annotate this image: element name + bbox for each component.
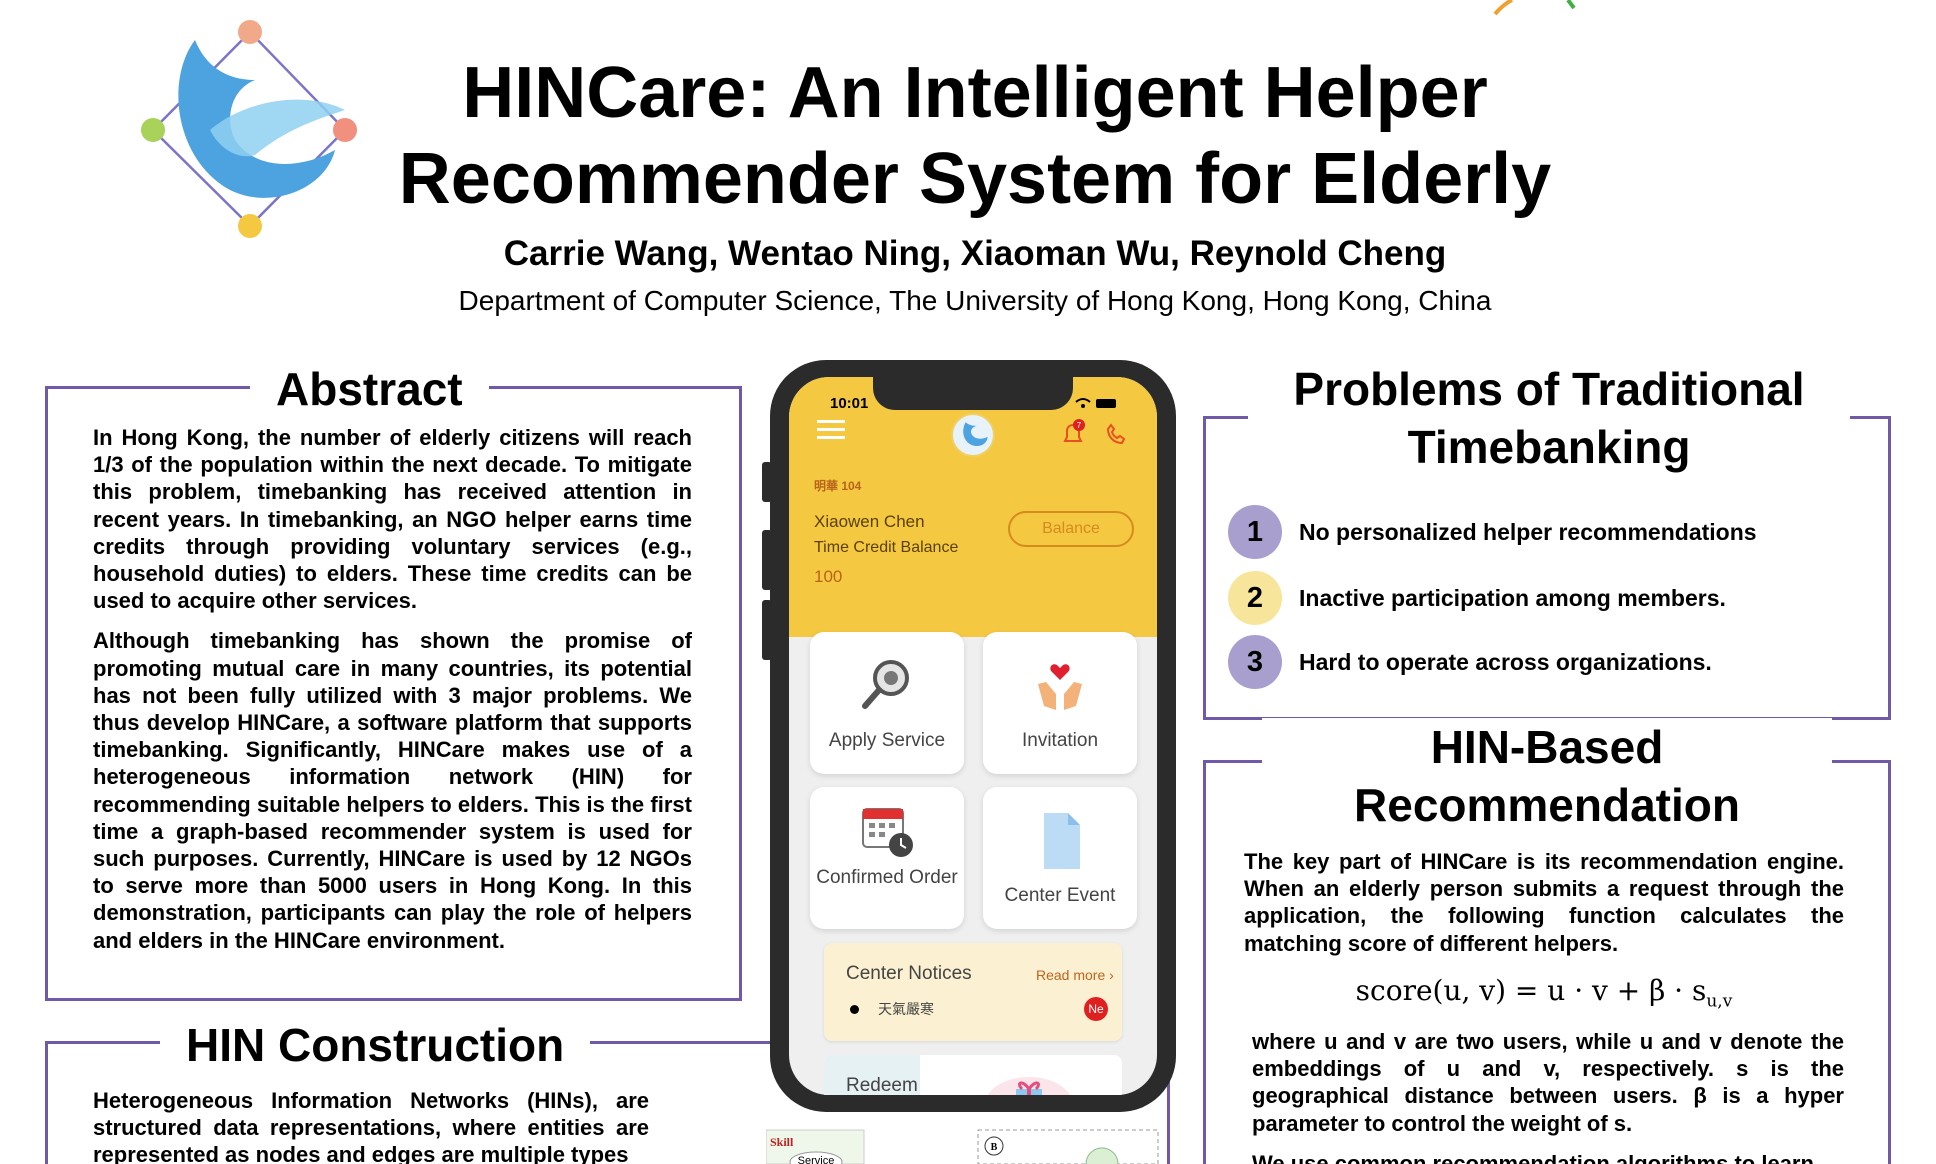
tile-label: Invitation [1021, 730, 1099, 751]
notices-title: Center Notices [846, 963, 972, 984]
problem-number-badge: 3 [1228, 635, 1282, 689]
node-b-label: B [991, 1142, 998, 1153]
abstract-paragraph-1: In Hong Kong, the number of elderly citi… [93, 425, 692, 614]
tile-label: Center Event [1004, 885, 1116, 906]
app-logo-icon [951, 413, 995, 457]
skill-label: Skill [770, 1135, 794, 1149]
recommendation-heading: HIN-Based Recommendation [1262, 718, 1832, 834]
menu-icon[interactable] [817, 419, 845, 441]
top-decoration [1493, 0, 1576, 16]
abstract-paragraph-2: Although timebanking has shown the promi… [93, 628, 692, 953]
user-name: Xiaowen Chen [814, 512, 925, 531]
balance-button[interactable]: Balance [1008, 511, 1134, 547]
notice-item[interactable]: 天氣嚴寒 [878, 999, 934, 1019]
problem-number-badge: 1 [1228, 505, 1282, 559]
new-badge: Ne [1084, 997, 1108, 1021]
redeem-label: Redeem [824, 1055, 920, 1095]
problem-text: Hard to operate across organizations. [1299, 648, 1712, 675]
phone-screen: 10:01 7 明華 104 Xiaowen Chen Time Credit … [789, 377, 1157, 1095]
recommendation-continued: We use common recommendation algorithms … [1252, 1151, 1814, 1164]
organization-label: 明華 104 [814, 479, 862, 493]
poster-title: HINCare: An Intelligent Helper Recommend… [398, 53, 1552, 219]
service-node-label: Service [798, 1155, 835, 1164]
gift-icon [987, 1077, 1071, 1095]
hin-construction-heading: HIN Construction [160, 1018, 591, 1072]
tile-label: Apply Service [828, 730, 946, 751]
problem-text: No personalized helper recommendations [1299, 518, 1757, 545]
apply-service-tile[interactable]: Apply Service [810, 632, 964, 774]
bullet-dot [850, 1005, 859, 1014]
bell-count: 7 [1077, 421, 1082, 430]
notification-bell-icon[interactable]: 7 [1059, 419, 1087, 449]
recommendation-explanation: where u and v are two users, while u and… [1252, 1029, 1844, 1136]
problem-text: Inactive participation among members. [1299, 584, 1726, 611]
center-event-tile[interactable]: Center Event [983, 787, 1137, 929]
document-icon [1044, 813, 1080, 869]
problems-heading: Problems of Traditional Timebanking [1248, 360, 1850, 476]
center-notices-card: Center Notices Read more › 天氣嚴寒 Ne [824, 943, 1122, 1041]
confirmed-order-tile[interactable]: Confirmed Order [810, 787, 964, 929]
phone-call-icon[interactable] [1102, 421, 1130, 449]
phone-notch [873, 372, 1073, 410]
formula-main: score(u, v) = u · v + β · s [1355, 974, 1707, 1007]
status-clock: 10:01 [830, 395, 869, 412]
recommendation-intro: The key part of HINCare is its recommend… [1244, 849, 1844, 956]
problem-item: 3 Hard to operate across organizations. [1228, 635, 1712, 689]
affiliation: Department of Computer Science, The Univ… [458, 285, 1492, 316]
score-formula: score(u, v) = u · v + β · su,v [1244, 974, 1844, 1012]
problem-item: 1 No personalized helper recommendations [1228, 505, 1757, 559]
abstract-heading: Abstract [250, 362, 489, 416]
hincare-logo [141, 20, 357, 238]
authors: Carrie Wang, Wentao Ning, Xiaoman Wu, Re… [503, 234, 1447, 273]
tile-label: Confirmed Order [816, 867, 958, 888]
hin-construction-body: Heterogeneous Information Networks (HINs… [93, 1088, 649, 1164]
invitation-tile[interactable]: Invitation [983, 632, 1137, 774]
calendar-clock-icon [862, 808, 913, 857]
credit-balance-value: 100 [814, 567, 843, 586]
formula-subscript: u,v [1706, 991, 1733, 1012]
hands-heart-icon [1038, 664, 1082, 710]
redeem-card[interactable]: Redeem [824, 1055, 1122, 1095]
hin-diagram-fragment: Skill Service B [766, 1129, 1159, 1164]
abstract-body: In Hong Kong, the number of elderly citi… [93, 424, 692, 967]
problem-item: 2 Inactive participation among members. [1228, 571, 1726, 625]
problem-number-badge: 2 [1228, 571, 1282, 625]
read-more-link[interactable]: Read more › [1036, 967, 1114, 983]
signal-battery-icon [1075, 398, 1116, 408]
magnifier-icon [862, 660, 909, 709]
credit-balance-label: Time Credit Balance [814, 539, 959, 556]
